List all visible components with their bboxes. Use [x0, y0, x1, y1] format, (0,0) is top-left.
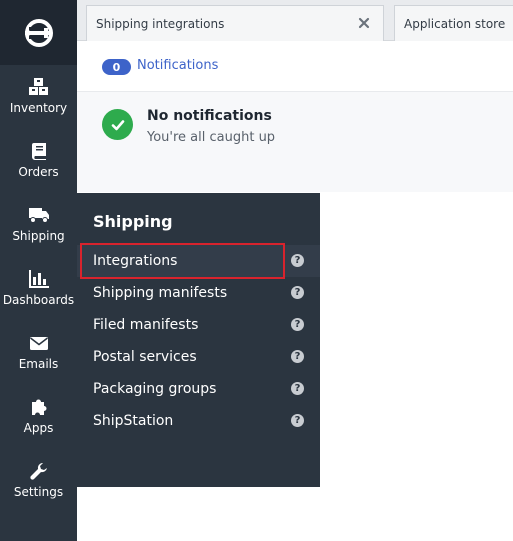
sidebar-item-label: Dashboards: [2, 293, 75, 307]
flyout-item-label: Packaging groups: [93, 381, 217, 397]
sidebar-item-shipping[interactable]: Shipping: [0, 193, 77, 257]
tab-application-store[interactable]: Application store: [394, 5, 513, 41]
sidebar-item-label: Orders: [18, 165, 59, 179]
flyout-item-label: ShipStation: [93, 413, 174, 429]
sidebar: Inventory Orders Shipping Dashboards Ema…: [0, 0, 77, 541]
app-logo[interactable]: [0, 0, 77, 65]
flyout-item-filed-manifests[interactable]: Filed manifests ?: [77, 309, 320, 341]
notifications-empty-state: No notifications You're all caught up: [77, 92, 513, 192]
flyout-item-shipstation[interactable]: ShipStation ?: [77, 405, 320, 437]
tab-shipping-integrations[interactable]: Shipping integrations: [86, 5, 384, 41]
notification-count-badge: 0: [102, 59, 131, 75]
bar-chart-icon: [28, 269, 50, 289]
shipping-flyout-menu: Shipping Integrations ? Shipping manifes…: [77, 193, 320, 487]
book-icon: [30, 141, 48, 161]
sidebar-item-label: Apps: [23, 421, 54, 435]
truck-icon: [28, 205, 50, 225]
flyout-item-label: Filed manifests: [93, 317, 199, 333]
wrench-icon: [29, 461, 49, 481]
tab-label: Application store: [404, 16, 506, 31]
empty-state-title: No notifications: [147, 108, 272, 124]
flyout-item-label: Postal services: [93, 349, 197, 365]
sidebar-item-emails[interactable]: Emails: [0, 321, 77, 385]
sidebar-item-label: Inventory: [9, 101, 68, 115]
sidebar-item-settings[interactable]: Settings: [0, 449, 77, 513]
help-icon[interactable]: ?: [291, 318, 304, 331]
sidebar-item-orders[interactable]: Orders: [0, 129, 77, 193]
help-icon[interactable]: ?: [291, 254, 304, 267]
puzzle-icon: [29, 397, 49, 417]
app-root: Inventory Orders Shipping Dashboards Ema…: [0, 0, 513, 541]
notifications-header: 0 Notifications: [77, 41, 513, 92]
sidebar-item-inventory[interactable]: Inventory: [0, 65, 77, 129]
flyout-item-postal-services[interactable]: Postal services ?: [77, 341, 320, 373]
flyout-title: Shipping: [93, 212, 173, 231]
flyout-item-shipping-manifests[interactable]: Shipping manifests ?: [77, 277, 320, 309]
flyout-item-label: Shipping manifests: [93, 285, 228, 301]
tab-label: Shipping integrations: [96, 16, 225, 31]
help-icon[interactable]: ?: [291, 350, 304, 363]
notifications-link[interactable]: Notifications: [137, 58, 218, 73]
empty-state-subtitle: You're all caught up: [147, 130, 276, 145]
close-icon[interactable]: [358, 17, 370, 29]
help-icon[interactable]: ?: [291, 414, 304, 427]
help-icon[interactable]: ?: [291, 382, 304, 395]
tab-bar: Shipping integrations Application store: [77, 0, 513, 41]
check-circle-icon: [102, 109, 133, 140]
sidebar-item-dashboards[interactable]: Dashboards: [0, 257, 77, 321]
boxes-icon: [28, 77, 50, 97]
flyout-item-integrations[interactable]: Integrations ?: [77, 243, 320, 279]
flyout-item-packaging-groups[interactable]: Packaging groups ?: [77, 373, 320, 405]
flyout-item-label: Integrations: [93, 253, 178, 269]
sidebar-item-apps[interactable]: Apps: [0, 385, 77, 449]
envelope-icon: [29, 333, 49, 353]
help-icon[interactable]: ?: [291, 286, 304, 299]
logo-icon: [24, 18, 53, 47]
sidebar-item-label: Shipping: [12, 229, 65, 243]
sidebar-item-label: Emails: [18, 357, 59, 371]
sidebar-item-label: Settings: [13, 485, 64, 499]
